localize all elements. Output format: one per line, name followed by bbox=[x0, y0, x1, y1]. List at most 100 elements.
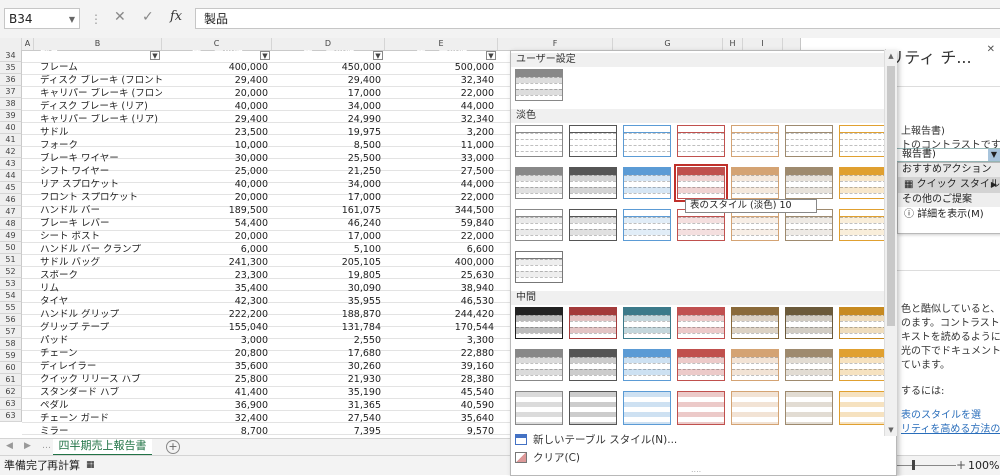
row-header[interactable]: 46 bbox=[0, 194, 22, 206]
product-cell[interactable]: キャリパー ブレーキ (フロント) bbox=[34, 88, 162, 100]
product-cell[interactable]: シフト ワイヤー bbox=[34, 166, 162, 178]
close-icon[interactable]: ✕ bbox=[987, 44, 995, 55]
value-cell[interactable]: 25,630 bbox=[385, 270, 498, 282]
value-cell[interactable]: 170,544 bbox=[385, 322, 498, 334]
row-header[interactable]: 38 bbox=[0, 98, 22, 110]
more-icon[interactable]: ⋮ bbox=[90, 12, 102, 26]
row-header[interactable]: 63 bbox=[0, 398, 22, 410]
name-box[interactable]: B34 ▼ bbox=[4, 8, 80, 29]
value-cell[interactable]: 10,000 bbox=[162, 140, 272, 152]
product-cell[interactable]: ハンドル グリップ bbox=[34, 309, 162, 321]
table-style-thumbnail[interactable] bbox=[515, 391, 563, 425]
value-cell[interactable]: 35,955 bbox=[272, 296, 385, 308]
sheet-tab[interactable]: 四半期売上報告書 bbox=[53, 439, 152, 456]
value-cell[interactable]: 20,800 bbox=[162, 348, 272, 360]
value-cell[interactable]: 21,250 bbox=[272, 166, 385, 178]
value-cell[interactable]: 189,500 bbox=[162, 205, 272, 217]
value-cell[interactable]: 23,500 bbox=[162, 127, 272, 139]
table-style-thumbnail[interactable] bbox=[623, 167, 671, 199]
product-cell[interactable]: フォーク bbox=[34, 140, 162, 152]
row-header[interactable]: 41 bbox=[0, 134, 22, 146]
value-cell[interactable]: 244,420 bbox=[385, 309, 498, 321]
table-style-thumbnail[interactable] bbox=[731, 167, 779, 199]
product-cell[interactable]: ペダル bbox=[34, 400, 162, 412]
value-cell[interactable]: 44,000 bbox=[385, 179, 498, 191]
value-cell[interactable]: 27,540 bbox=[272, 413, 385, 425]
row-header[interactable]: 54 bbox=[0, 290, 22, 302]
row-header[interactable]: 45 bbox=[0, 182, 22, 194]
product-cell[interactable]: サドル bbox=[34, 127, 162, 139]
value-cell[interactable]: 131,784 bbox=[272, 322, 385, 334]
value-cell[interactable]: 5,100 bbox=[272, 244, 385, 256]
value-cell[interactable]: 20,000 bbox=[162, 231, 272, 243]
pane-body-7[interactable]: 表のスタイルを選 bbox=[901, 406, 981, 421]
value-cell[interactable]: 30,090 bbox=[272, 283, 385, 295]
table-style-thumbnail[interactable] bbox=[623, 391, 671, 425]
value-cell[interactable]: 17,680 bbox=[272, 348, 385, 360]
table-style-thumbnail[interactable] bbox=[569, 125, 617, 157]
new-table-style-button[interactable]: 新しいテーブル スタイル(N)... bbox=[511, 431, 895, 449]
table-style-thumbnail[interactable] bbox=[677, 391, 725, 425]
row-header[interactable]: 47 bbox=[0, 206, 22, 218]
row-header[interactable]: 57 bbox=[0, 326, 22, 338]
more-sheets-icon[interactable]: … bbox=[42, 441, 51, 451]
value-cell[interactable]: 7,395 bbox=[272, 426, 385, 438]
value-cell[interactable]: 6,600 bbox=[385, 244, 498, 256]
row-header[interactable]: 44 bbox=[0, 170, 22, 182]
table-style-thumbnail[interactable] bbox=[839, 307, 887, 339]
table-style-thumbnail[interactable] bbox=[569, 167, 617, 199]
product-cell[interactable]: ハンドル バー bbox=[34, 205, 162, 217]
product-cell[interactable]: ディスク ブレーキ (リア) bbox=[34, 101, 162, 113]
value-cell[interactable]: 34,000 bbox=[272, 179, 385, 191]
value-cell[interactable]: 32,340 bbox=[385, 75, 498, 87]
row-header[interactable]: 55 bbox=[0, 302, 22, 314]
value-cell[interactable]: 155,040 bbox=[162, 322, 272, 334]
product-cell[interactable]: ブレーキ ワイヤー bbox=[34, 153, 162, 165]
row-header[interactable]: 40 bbox=[0, 122, 22, 134]
value-cell[interactable]: 400,000 bbox=[162, 62, 272, 74]
value-cell[interactable]: 344,500 bbox=[385, 205, 498, 217]
column-title[interactable]: 第 2 四半期 ▼ bbox=[272, 50, 385, 62]
value-cell[interactable]: 6,000 bbox=[162, 244, 272, 256]
value-cell[interactable]: 41,400 bbox=[162, 387, 272, 399]
value-cell[interactable]: 3,000 bbox=[162, 335, 272, 347]
table-style-thumbnail[interactable] bbox=[785, 125, 833, 157]
product-cell[interactable]: ディスク ブレーキ (フロント) bbox=[34, 75, 162, 87]
product-cell[interactable]: スポーク bbox=[34, 270, 162, 282]
row-header[interactable]: 56 bbox=[0, 314, 22, 326]
formula-input[interactable]: 製品 bbox=[195, 8, 1000, 29]
clear-style-button[interactable]: クリア(C) bbox=[511, 449, 895, 467]
select-all-corner[interactable] bbox=[0, 38, 22, 50]
row-header[interactable]: 34 bbox=[0, 50, 22, 62]
column-header[interactable]: D bbox=[272, 38, 385, 50]
table-style-thumbnail[interactable] bbox=[677, 209, 725, 241]
value-cell[interactable]: 23,300 bbox=[162, 270, 272, 282]
value-cell[interactable]: 44,000 bbox=[385, 101, 498, 113]
table-style-thumbnail[interactable] bbox=[569, 349, 617, 381]
value-cell[interactable]: 19,975 bbox=[272, 127, 385, 139]
row-header[interactable]: 58 bbox=[0, 338, 22, 350]
table-style-thumbnail[interactable] bbox=[569, 307, 617, 339]
product-cell[interactable]: ミラー bbox=[34, 426, 162, 438]
table-style-thumbnail[interactable] bbox=[677, 349, 725, 381]
table-style-thumbnail[interactable] bbox=[785, 349, 833, 381]
table-style-thumbnail[interactable] bbox=[731, 349, 779, 381]
value-cell[interactable]: 17,000 bbox=[272, 231, 385, 243]
table-style-thumbnail[interactable] bbox=[731, 209, 779, 241]
row-header[interactable]: 53 bbox=[0, 278, 22, 290]
row-header[interactable]: 37 bbox=[0, 86, 22, 98]
row-header[interactable]: 42 bbox=[0, 146, 22, 158]
column-header[interactable]: B bbox=[34, 38, 162, 50]
value-cell[interactable]: 19,805 bbox=[272, 270, 385, 282]
table-style-thumbnail[interactable] bbox=[785, 307, 833, 339]
table-style-thumbnail[interactable] bbox=[677, 125, 725, 157]
value-cell[interactable]: 35,400 bbox=[162, 283, 272, 295]
value-cell[interactable]: 30,260 bbox=[272, 361, 385, 373]
value-cell[interactable]: 31,365 bbox=[272, 400, 385, 412]
product-cell[interactable]: グリップ テープ bbox=[34, 322, 162, 334]
table-style-thumbnail[interactable] bbox=[515, 349, 563, 381]
value-cell[interactable]: 22,000 bbox=[385, 88, 498, 100]
value-cell[interactable]: 450,000 bbox=[272, 62, 385, 74]
table-style-thumbnail[interactable] bbox=[731, 307, 779, 339]
product-cell[interactable]: クイック リリース ハブ bbox=[34, 374, 162, 386]
